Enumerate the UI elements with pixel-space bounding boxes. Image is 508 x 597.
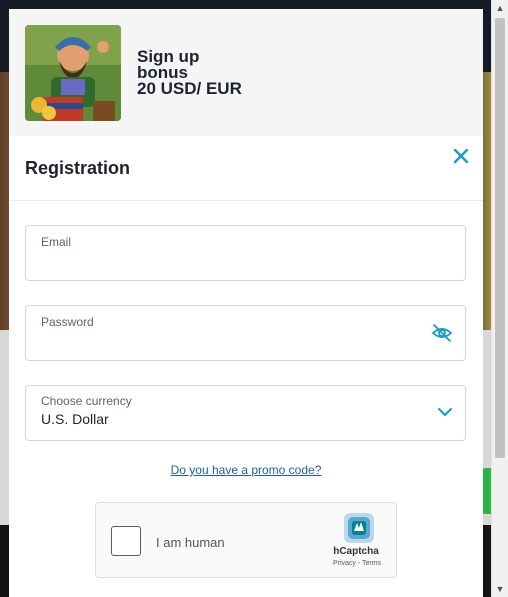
promo-code-link[interactable]: Do you have a promo code? [9, 463, 483, 477]
scroll-up-arrow-icon[interactable]: ▲ [492, 0, 508, 16]
close-icon[interactable] [451, 146, 471, 166]
password-input[interactable] [40, 330, 424, 354]
hcaptcha-privacy-terms[interactable]: Privacy - Terms [322, 560, 392, 567]
bonus-character-image [25, 25, 121, 121]
password-label: Password [41, 315, 94, 329]
modal-title: Registration [25, 158, 131, 178]
bonus-text: Sign up bonus 20 USD/ EUR [137, 47, 242, 98]
hcaptcha-brand: hCaptcha [333, 546, 379, 557]
hcaptcha-logo-icon [342, 511, 376, 545]
scroll-thumb[interactable] [495, 18, 505, 458]
email-label: Email [41, 235, 72, 249]
captcha-checkbox[interactable] [111, 526, 141, 556]
hcaptcha-widget: I am human hCaptcha Privacy - Terms [95, 502, 397, 578]
bonus-banner: Sign up bonus 20 USD/ EUR [9, 9, 483, 136]
currency-select[interactable]: Choose currency U.S. Dollar [25, 385, 466, 441]
chevron-down-icon[interactable] [437, 404, 453, 420]
page-scrollbar[interactable]: ▲ ▼ [491, 0, 508, 597]
currency-value: U.S. Dollar [41, 411, 109, 427]
eye-off-icon[interactable] [431, 322, 453, 344]
modal-header: Registration [9, 136, 483, 201]
captcha-label: I am human [156, 535, 225, 550]
email-input[interactable] [40, 250, 424, 274]
password-field[interactable]: Password [25, 305, 466, 361]
registration-modal: Sign up bonus 20 USD/ EUR Registration E… [9, 9, 483, 597]
email-field[interactable]: Email [25, 225, 466, 281]
scroll-down-arrow-icon[interactable]: ▼ [492, 581, 508, 597]
currency-label: Choose currency [41, 394, 132, 408]
